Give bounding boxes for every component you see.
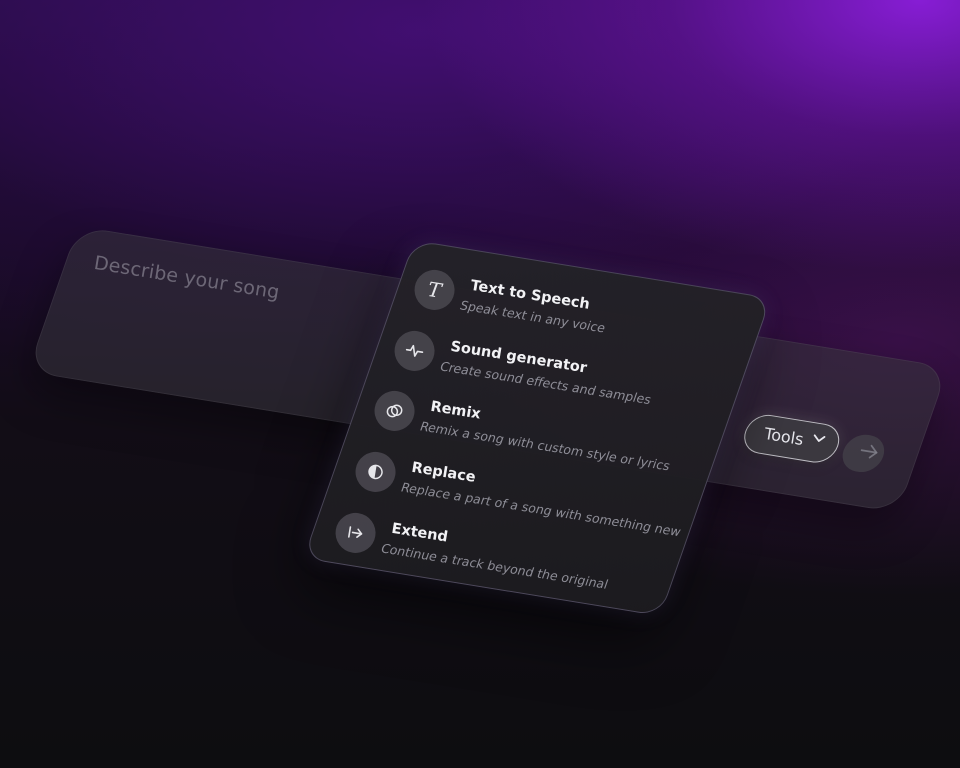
scene: Describe your song Tools T Text to Speec… bbox=[0, 0, 960, 768]
half-circle-icon bbox=[352, 449, 399, 495]
chevron-down-icon bbox=[813, 434, 826, 442]
text-t-icon: T bbox=[411, 267, 458, 313]
menu-item-description: Continue a track beyond the original bbox=[379, 540, 611, 592]
waveform-icon bbox=[391, 328, 438, 374]
extend-arrow-icon bbox=[332, 510, 379, 556]
overlap-circles-icon bbox=[371, 388, 418, 434]
arrow-right-icon bbox=[860, 444, 878, 459]
